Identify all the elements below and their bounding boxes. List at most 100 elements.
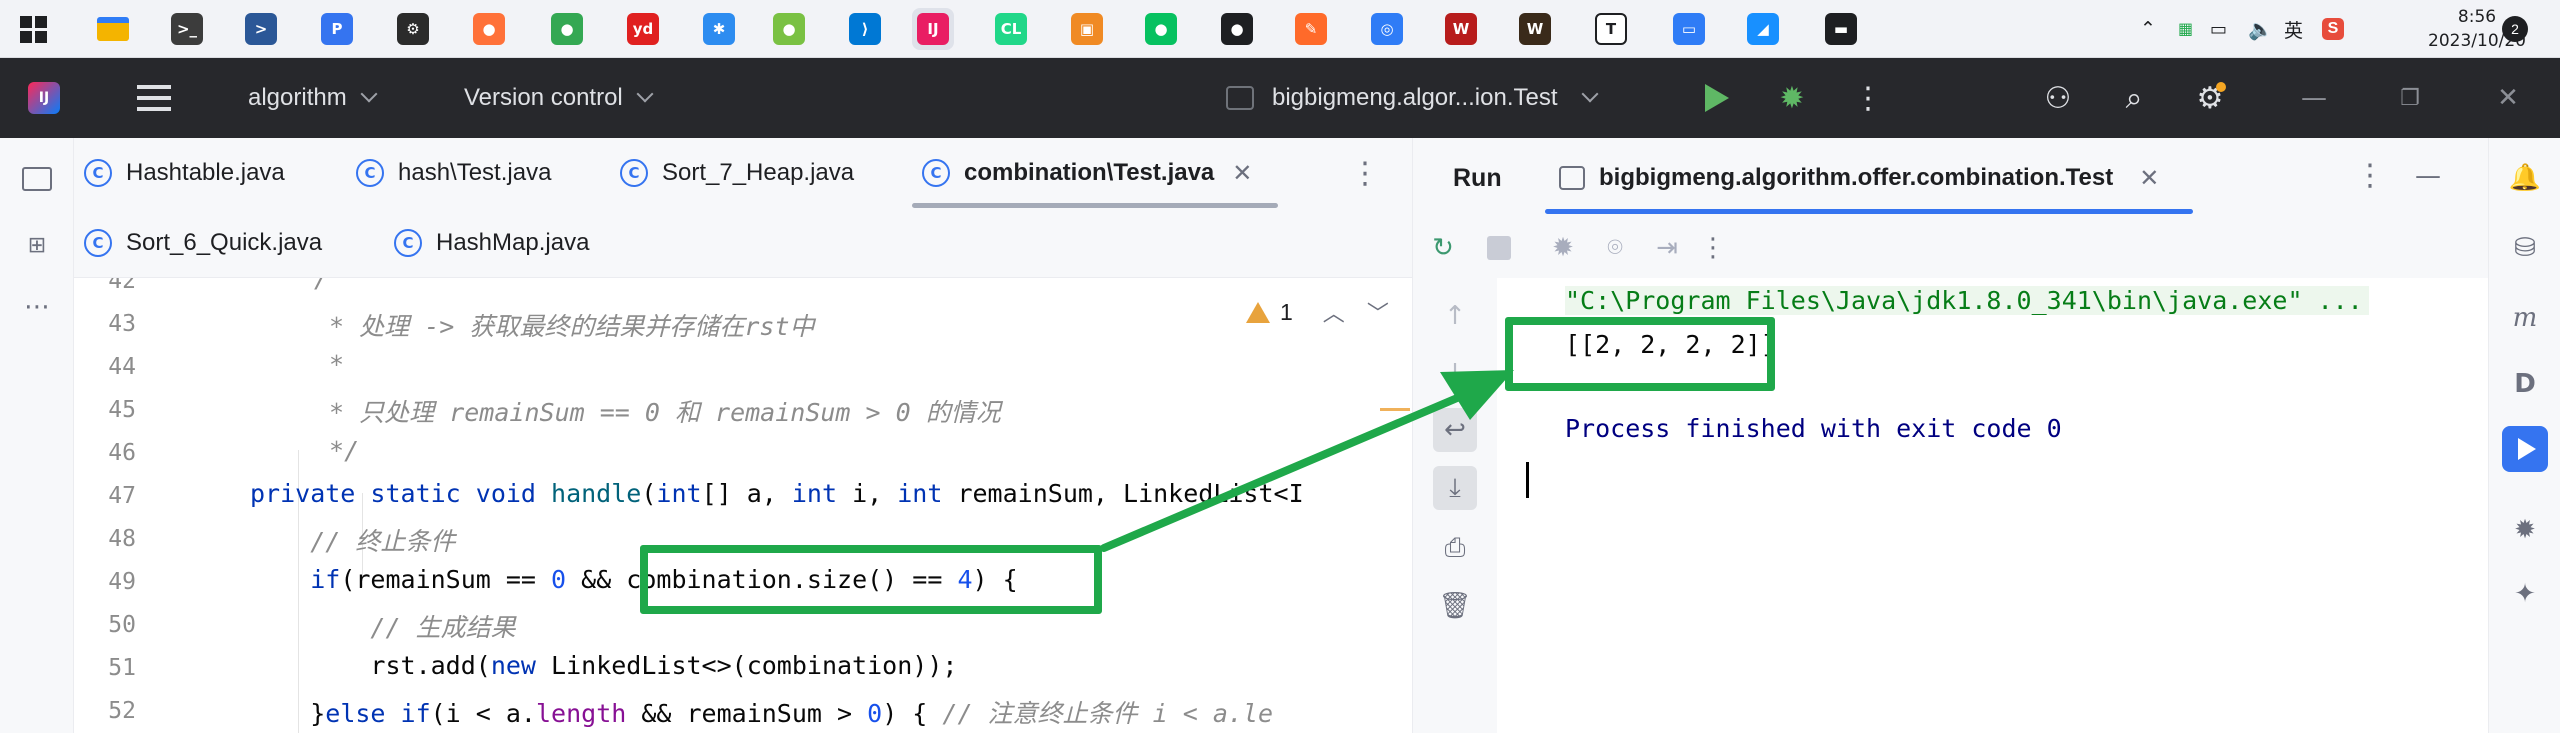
tray-sogou-icon[interactable]: S bbox=[2322, 0, 2344, 58]
chrome-icon[interactable]: ● bbox=[546, 8, 588, 50]
scroll-up-arrow-icon[interactable]: ↑ bbox=[1433, 294, 1477, 338]
stop-icon[interactable] bbox=[1479, 228, 1519, 268]
project-folder-icon[interactable] bbox=[18, 160, 56, 198]
run-configuration-selector[interactable]: bigbigmeng.algor...ion.Test bbox=[1226, 58, 1599, 138]
app-red-shield-icon-glyph: W bbox=[1445, 13, 1477, 45]
print-icon[interactable]: ⎙ bbox=[1433, 526, 1477, 570]
tabs-more-kebab-icon[interactable]: ⋮ bbox=[1350, 154, 1380, 194]
main-menu-hamburger-icon[interactable] bbox=[130, 58, 178, 138]
windows-start-icon[interactable] bbox=[12, 8, 54, 50]
window-restore-icon[interactable]: ❐ bbox=[2386, 58, 2434, 138]
cmd-icon[interactable]: ▬ bbox=[1820, 8, 1862, 50]
app-green-icon[interactable]: ● bbox=[768, 8, 810, 50]
structure-icon[interactable]: ⊞ bbox=[18, 226, 56, 264]
previous-highlight-chevron-up-icon[interactable]: ︿ bbox=[1323, 296, 1345, 328]
window-close-icon[interactable]: ✕ bbox=[2484, 58, 2532, 138]
run-more-kebab-icon[interactable]: ⋮ bbox=[1693, 228, 1733, 268]
typora-icon[interactable]: T bbox=[1590, 8, 1632, 50]
line-number: 51 bbox=[108, 655, 136, 681]
editor-tab[interactable]: C Sort_7_Heap.java bbox=[620, 138, 854, 208]
app-blue-icon[interactable]: ✱ bbox=[698, 8, 740, 50]
search-everywhere-icon[interactable]: ⌕ bbox=[2110, 58, 2158, 138]
qq-icon[interactable]: ● bbox=[1216, 8, 1258, 50]
vscode-icon[interactable]: ⟩ bbox=[844, 8, 886, 50]
firefox-icon[interactable]: ● bbox=[468, 8, 510, 50]
app-wave-icon[interactable]: ◢ bbox=[1742, 8, 1784, 50]
project-selector[interactable]: algorithm bbox=[248, 58, 378, 138]
tray-network-icon[interactable]: ▦ bbox=[2178, 0, 2193, 58]
code-token: * bbox=[314, 350, 345, 379]
run-options-kebab-icon[interactable]: ⋮ bbox=[2355, 156, 2385, 196]
powershell-icon-glyph: > bbox=[245, 13, 277, 45]
line-number: 46 bbox=[108, 440, 136, 466]
app-feather-icon[interactable]: ✎ bbox=[1290, 8, 1332, 50]
editor-tab[interactable]: Ccombination\Test.java ✕ bbox=[911, 138, 1279, 208]
editor-tab-bar: C Hashtable.java Chash\Test.java C Sort_7_He… bbox=[74, 138, 1412, 278]
debug-disabled-bug-icon: ✹ bbox=[1552, 233, 1574, 263]
error-stripe-marker[interactable] bbox=[1380, 408, 1410, 411]
tray-input-language[interactable]: 英 bbox=[2284, 0, 2303, 58]
debug-bug-icon[interactable]: ✹ bbox=[2505, 510, 2545, 550]
run-window-active-icon[interactable] bbox=[2502, 426, 2548, 472]
powershell-icon[interactable]: > bbox=[240, 8, 282, 50]
warning-count: 1 bbox=[1280, 298, 1293, 325]
editor-tab-label: Sort_7_Heap.java bbox=[662, 159, 855, 186]
code-token: */ bbox=[314, 436, 360, 465]
d-plugin-icon[interactable]: D bbox=[2505, 364, 2545, 404]
app-orange-blue-icon-glyph: ▣ bbox=[1071, 13, 1103, 45]
inspection-widget[interactable]: 1 ︿ ﹀ bbox=[1246, 296, 1389, 328]
close-tab-icon[interactable]: ✕ bbox=[1232, 159, 1252, 188]
run-play-icon[interactable] bbox=[1690, 58, 1738, 138]
app-w-icon[interactable]: W bbox=[1514, 8, 1556, 50]
tray-display-icon[interactable]: ▭ bbox=[2210, 0, 2227, 58]
window-minimize-icon[interactable]: — bbox=[2290, 58, 2338, 138]
next-highlight-chevron-down-icon[interactable]: ﹀ bbox=[1367, 296, 1389, 328]
notification-center-icon[interactable]: 2 bbox=[2502, 0, 2528, 58]
intellij-logo-icon[interactable]: IJ bbox=[20, 58, 68, 138]
settings-gear-icon[interactable]: ⚙ bbox=[392, 8, 434, 50]
app-p-icon[interactable]: P bbox=[316, 8, 358, 50]
file-explorer-icon[interactable] bbox=[92, 8, 134, 50]
more-actions-kebab-icon[interactable]: ⋮ bbox=[1844, 58, 1892, 138]
add-user-icon[interactable]: ⚇ bbox=[2034, 58, 2082, 138]
tray-volume-icon[interactable]: 🔈 bbox=[2248, 0, 2273, 58]
soft-wrap-icon[interactable]: ↩ bbox=[1433, 408, 1477, 452]
code-token: ( bbox=[641, 479, 657, 508]
debug-bug-icon[interactable]: ✹ bbox=[1768, 58, 1816, 138]
youdao-icon[interactable]: yd bbox=[622, 8, 664, 50]
app-orange-blue-icon[interactable]: ▣ bbox=[1066, 8, 1108, 50]
remote-desktop-icon[interactable]: ▭ bbox=[1668, 8, 1710, 50]
baidu-netdisk-icon-glyph: ◎ bbox=[1371, 13, 1403, 45]
scroll-to-end-icon[interactable]: ⤓ bbox=[1433, 466, 1477, 510]
editor-tab[interactable]: Chash\Test.java bbox=[356, 138, 551, 208]
intellij-icon[interactable]: IJ bbox=[912, 8, 954, 50]
version-control-menu[interactable]: Version control bbox=[464, 58, 654, 138]
scroll-down-arrow-icon[interactable]: ↓ bbox=[1433, 352, 1477, 396]
close-run-tab-icon[interactable]: ✕ bbox=[2139, 164, 2159, 193]
app-red-shield-icon[interactable]: W bbox=[1440, 8, 1482, 50]
code-editor[interactable]: 42 43 44 45 46 47 48 49 50 51 52 / * 处理 -> 获取最终的结果… bbox=[74, 278, 1412, 733]
rerun-icon[interactable]: ↻ bbox=[1423, 228, 1463, 268]
run-window-title: Run bbox=[1453, 163, 1502, 192]
clion-icon[interactable]: CL bbox=[990, 8, 1032, 50]
editor-tab-label: HashMap.java bbox=[436, 229, 590, 256]
run-session-tab[interactable]: bigbigmeng.algorithm.offer.combination.T… bbox=[1544, 138, 2194, 218]
ai-assistant-sparkle-icon[interactable]: ✦ bbox=[2505, 574, 2545, 614]
clear-all-trash-icon[interactable]: 🗑 bbox=[1433, 584, 1477, 628]
hide-run-window-minimize-icon[interactable]: — bbox=[2413, 156, 2443, 196]
tray-chevron-up-icon[interactable]: ⌃ bbox=[2140, 0, 2156, 58]
code-token: length bbox=[535, 699, 627, 728]
more-tool-windows-icon[interactable]: ⋯ bbox=[18, 288, 56, 326]
editor-tab[interactable]: C HashMap.java bbox=[394, 208, 589, 278]
maven-m-icon[interactable]: m bbox=[2505, 298, 2545, 338]
editor-tab[interactable]: C Hashtable.java bbox=[84, 138, 285, 208]
baidu-netdisk-icon[interactable]: ◎ bbox=[1366, 8, 1408, 50]
sogou-badge: S bbox=[2322, 18, 2344, 40]
ide-settings-gear-icon[interactable]: ⚙ bbox=[2186, 58, 2234, 138]
database-icon[interactable]: ⛁ bbox=[2505, 228, 2545, 268]
notifications-bell-icon[interactable]: 🔔 bbox=[2505, 158, 2545, 198]
wechat-icon[interactable]: ● bbox=[1140, 8, 1182, 50]
editor-tab[interactable]: C Sort_6_Quick.java bbox=[84, 208, 322, 278]
terminal-icon[interactable]: >_ bbox=[166, 8, 208, 50]
code-token: // 终止条件 bbox=[250, 527, 456, 556]
